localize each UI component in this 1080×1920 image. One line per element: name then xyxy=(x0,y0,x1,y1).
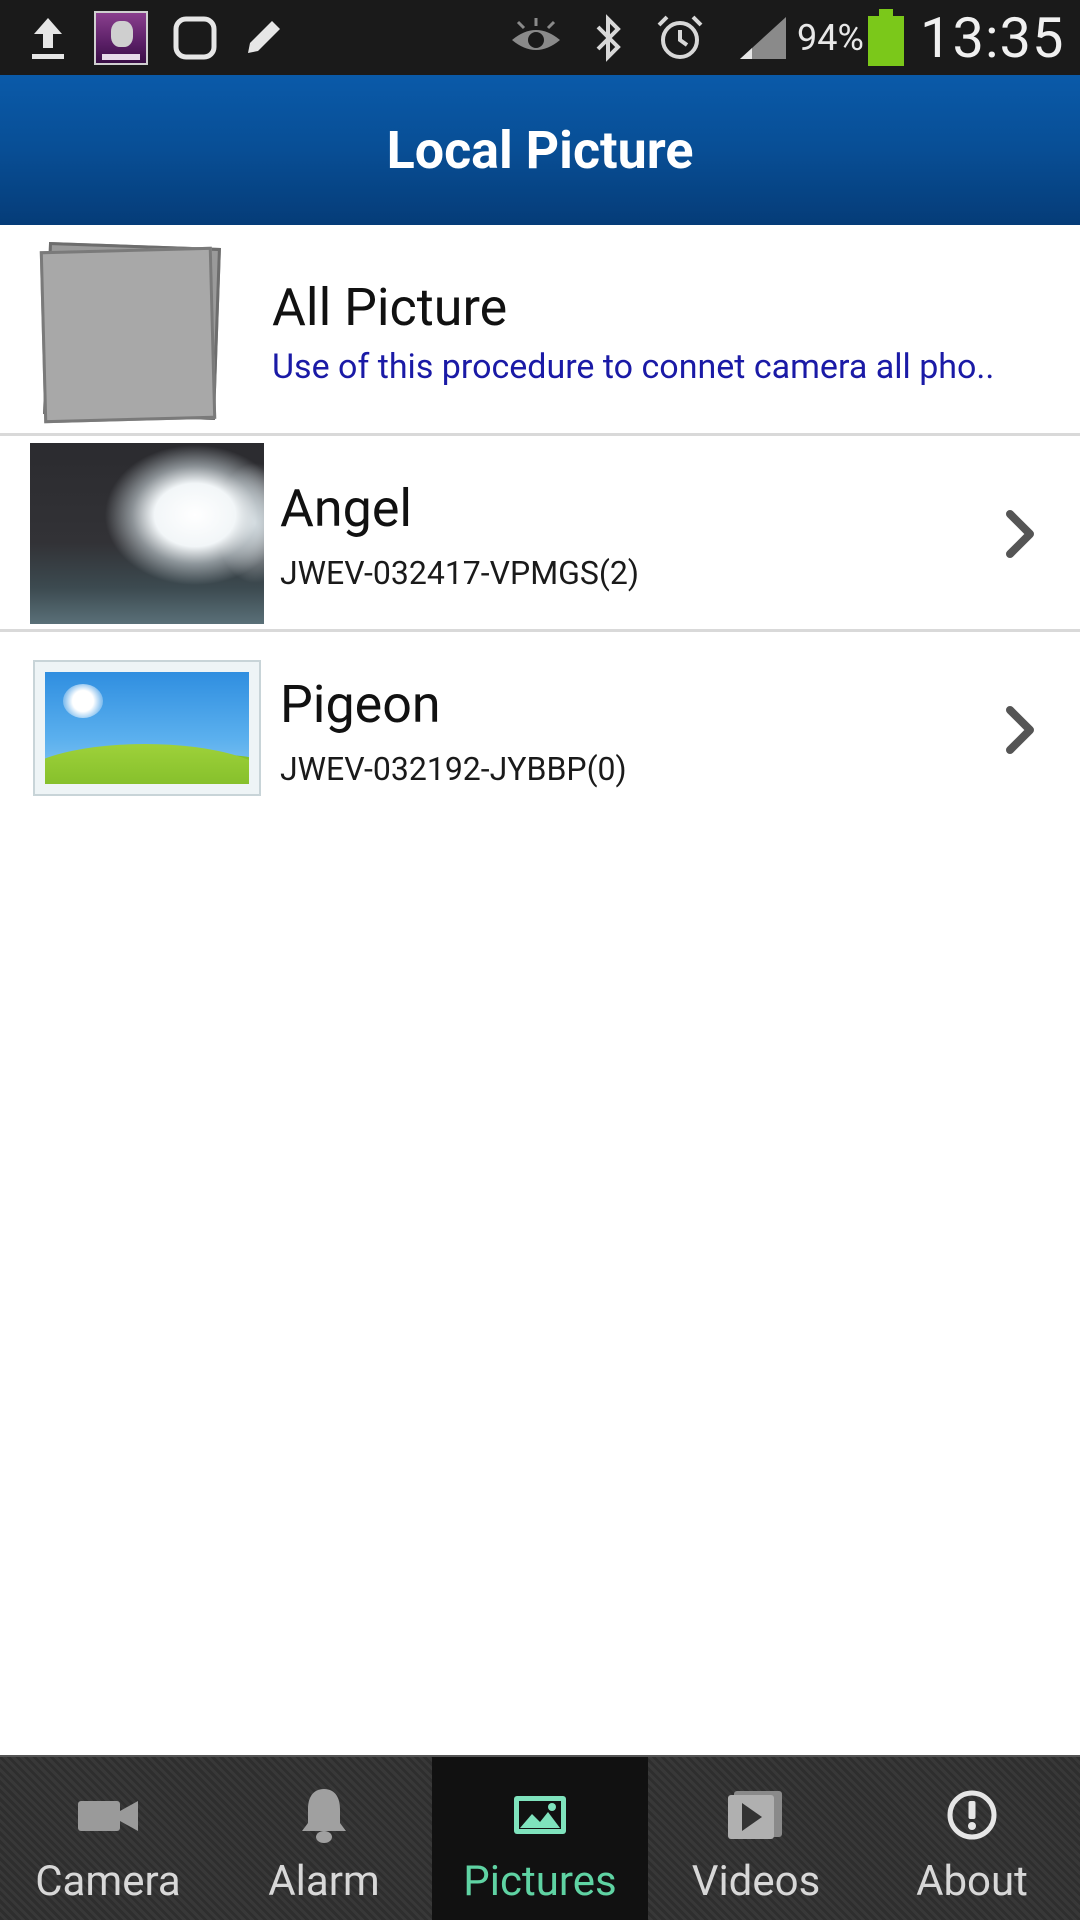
list-item-camera-pigeon[interactable]: Pigeon JWEV-032192-JYBBP(0) xyxy=(0,632,1080,828)
list-item-subtitle: Use of this procedure to connet camera a… xyxy=(272,347,995,387)
tab-label: Videos xyxy=(691,1857,821,1906)
bell-icon xyxy=(216,1785,432,1845)
app-notification-icon xyxy=(94,0,148,75)
upload-icon xyxy=(28,0,68,75)
info-exclamation-icon xyxy=(864,1785,1080,1845)
camera-name: Angel xyxy=(280,478,413,539)
list-item-all-picture[interactable]: All Picture Use of this procedure to con… xyxy=(0,225,1080,436)
page-title: Local Picture xyxy=(386,119,694,181)
clock-time: 13:35 xyxy=(920,4,1065,71)
battery-percent: 94% xyxy=(797,16,864,59)
pencil-icon xyxy=(240,0,286,75)
camera-id: JWEV-032417-VPMGS(2) xyxy=(280,554,639,592)
tab-about[interactable]: About xyxy=(864,1757,1080,1920)
bottom-tab-bar: Camera Alarm Pictures Videos About xyxy=(0,1755,1080,1920)
picture-list: All Picture Use of this procedure to con… xyxy=(0,225,1080,828)
tab-label: Alarm xyxy=(268,1857,380,1906)
screen-mirror-icon xyxy=(172,0,218,75)
signal-icon xyxy=(738,0,788,75)
tab-label: Camera xyxy=(35,1857,181,1906)
list-item-title: All Picture xyxy=(272,277,508,338)
tab-videos[interactable]: Videos xyxy=(648,1757,864,1920)
camera-name: Pigeon xyxy=(280,674,441,735)
placeholder-landscape-icon xyxy=(33,660,261,796)
picture-icon xyxy=(432,1785,648,1845)
alarm-clock-icon xyxy=(655,0,705,75)
chevron-right-icon xyxy=(1000,702,1040,758)
tab-label: Pictures xyxy=(463,1857,617,1906)
bluetooth-icon xyxy=(590,0,626,75)
eye-icon xyxy=(508,0,564,75)
chevron-right-icon xyxy=(1000,506,1040,562)
tab-pictures[interactable]: Pictures xyxy=(432,1757,648,1920)
tab-camera[interactable]: Camera xyxy=(0,1757,216,1920)
status-bar: 94% 13:35 xyxy=(0,0,1080,75)
tab-alarm[interactable]: Alarm xyxy=(216,1757,432,1920)
header-bar: Local Picture xyxy=(0,75,1080,225)
camera-id: JWEV-032192-JYBBP(0) xyxy=(280,750,627,788)
tab-label: About xyxy=(916,1857,1028,1906)
video-camera-icon xyxy=(0,1785,216,1845)
camera-snapshot-thumbnail xyxy=(30,443,264,624)
list-item-camera-angel[interactable]: Angel JWEV-032417-VPMGS(2) xyxy=(0,436,1080,632)
stacked-photos-icon xyxy=(38,239,224,425)
battery-icon xyxy=(868,0,904,75)
video-play-icon xyxy=(648,1785,864,1845)
